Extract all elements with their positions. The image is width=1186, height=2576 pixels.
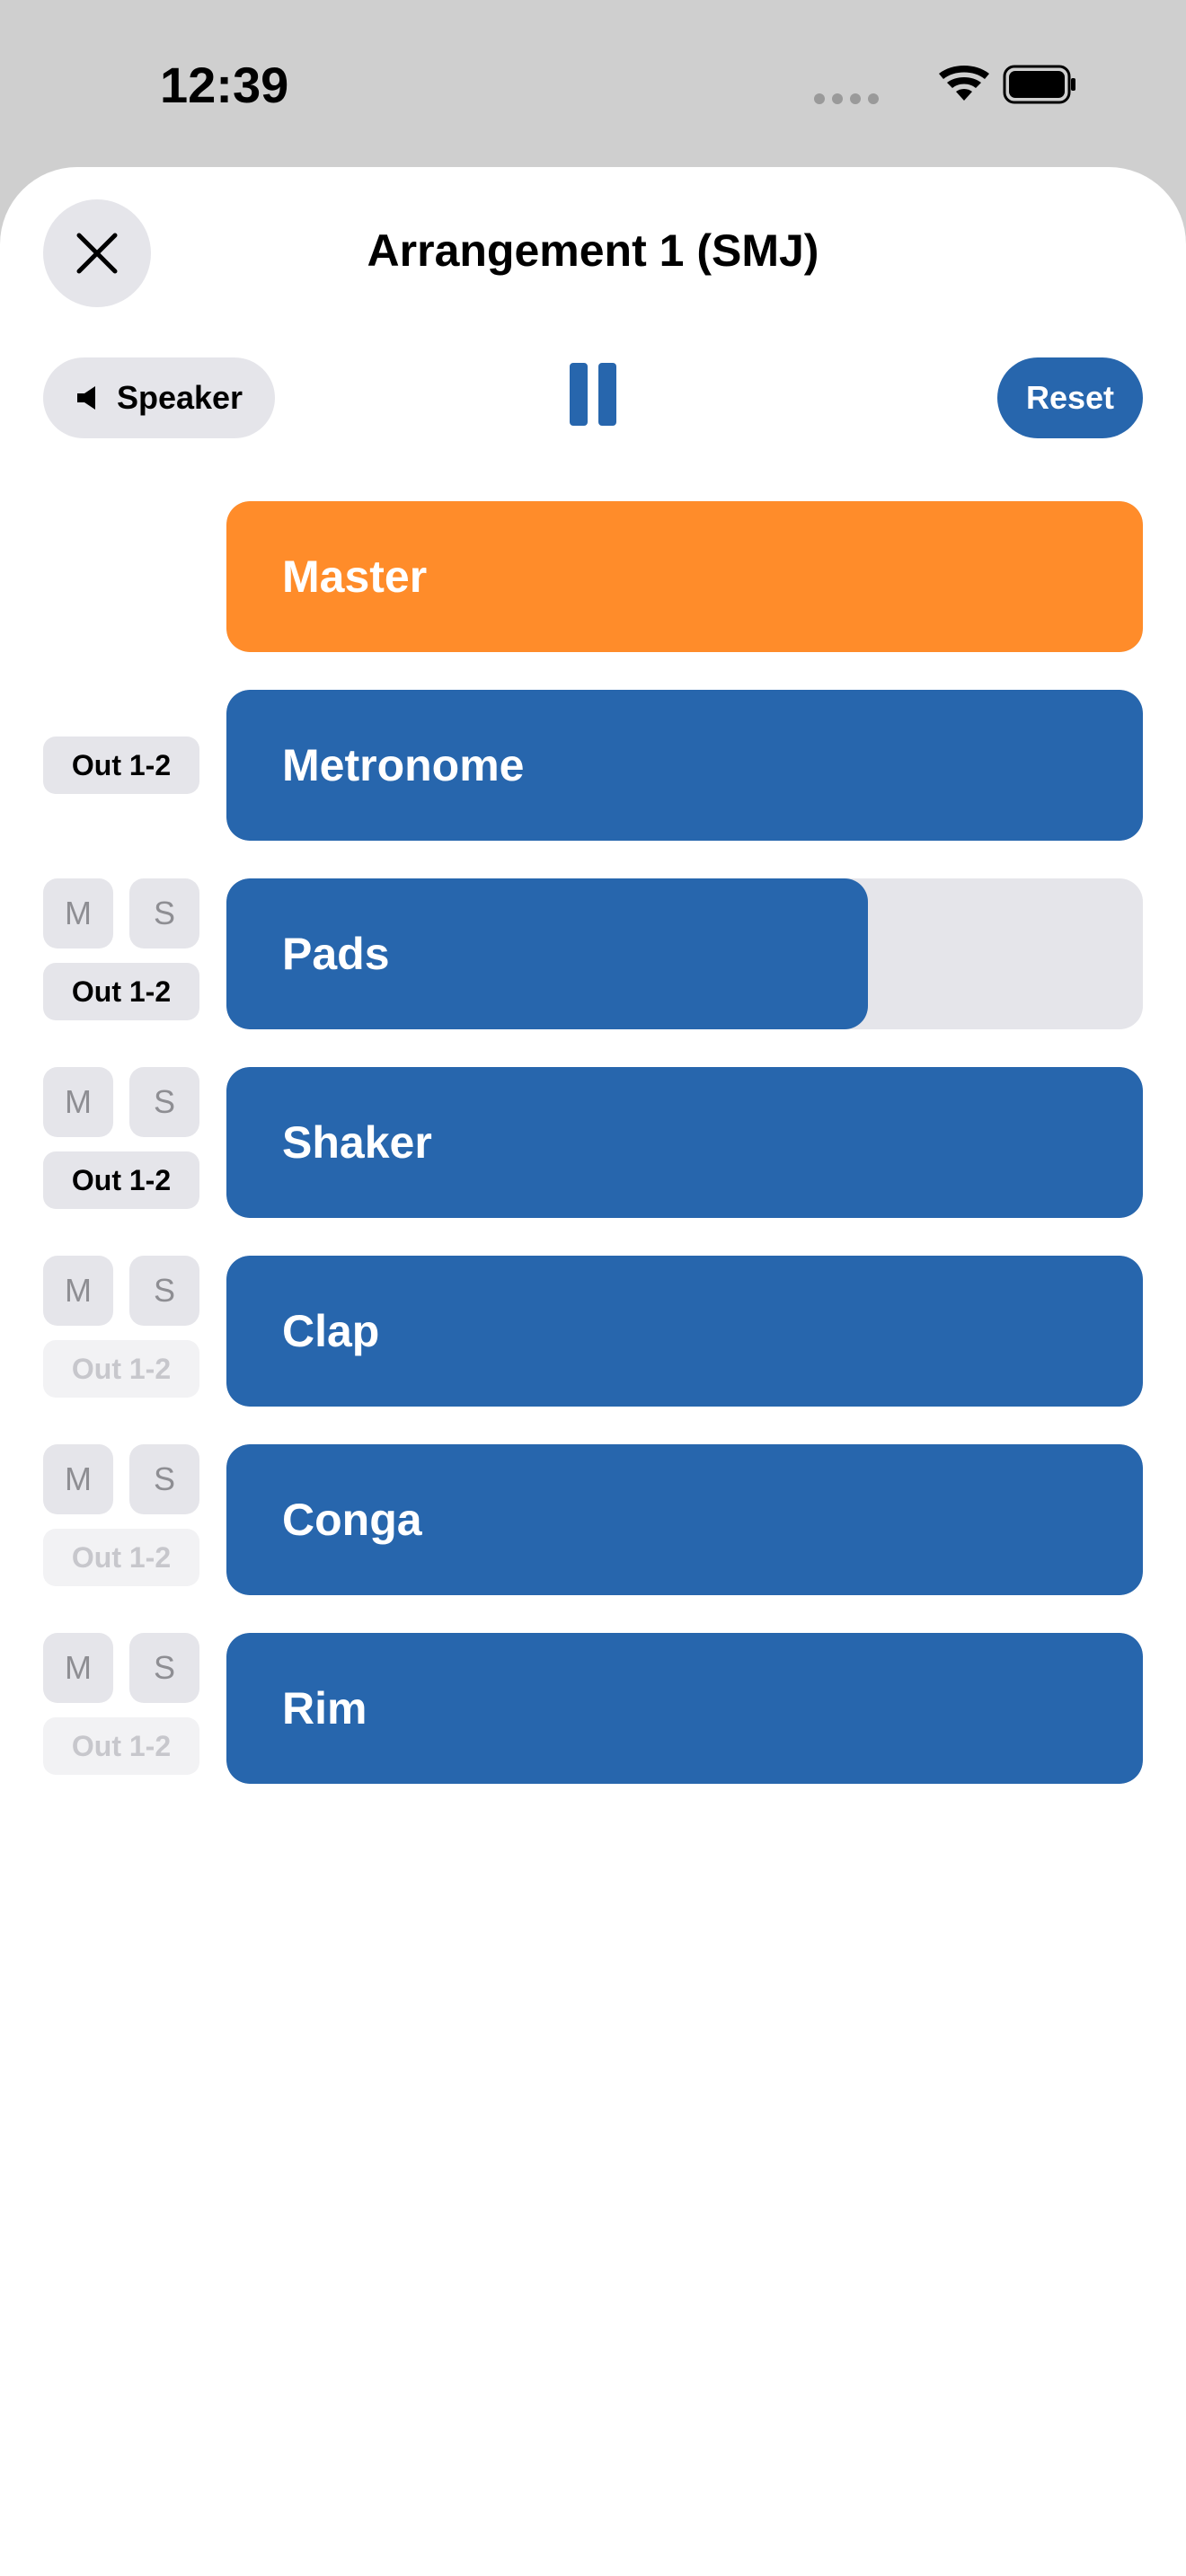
track-name: Conga: [282, 1495, 422, 1545]
output-routing-button[interactable]: Out 1-2: [43, 963, 199, 1020]
battery-icon: [1003, 65, 1075, 104]
reset-button[interactable]: Reset: [997, 357, 1143, 438]
track-row: Master: [0, 501, 1186, 652]
speaker-button[interactable]: Speaker: [43, 357, 275, 438]
output-routing-button[interactable]: Out 1-2: [43, 1340, 199, 1398]
track-level-slider[interactable]: Pads: [226, 878, 1143, 1029]
mute-button[interactable]: M: [43, 1444, 113, 1514]
track-row: Out 1-2 Metronome: [0, 690, 1186, 841]
mute-button[interactable]: M: [43, 1633, 113, 1703]
track-row: M S Out 1-2 Pads: [0, 878, 1186, 1029]
track-level-slider[interactable]: Clap: [226, 1256, 1143, 1407]
wifi-icon: [939, 66, 989, 101]
pause-icon: [598, 363, 616, 426]
track-level-slider[interactable]: Conga: [226, 1444, 1143, 1595]
track-name: Shaker: [282, 1117, 432, 1168]
status-icons: [809, 65, 1078, 110]
solo-button[interactable]: S: [129, 878, 199, 948]
solo-button[interactable]: S: [129, 1444, 199, 1514]
track-name: Master: [282, 551, 428, 602]
cellular-signal-icon: [814, 93, 879, 104]
track-level-slider[interactable]: Metronome: [226, 690, 1143, 841]
track-row: M S Out 1-2 Conga: [0, 1444, 1186, 1595]
pause-button[interactable]: [570, 363, 616, 426]
status-bar: 12:39: [0, 0, 1186, 167]
sheet-title: Arrangement 1 (SMJ): [367, 225, 819, 276]
mute-button[interactable]: M: [43, 1256, 113, 1326]
track-name: Rim: [282, 1683, 367, 1734]
output-routing-button[interactable]: Out 1-2: [43, 1529, 199, 1586]
output-routing-button[interactable]: Out 1-2: [43, 1151, 199, 1209]
track-level-slider[interactable]: Master: [226, 501, 1143, 652]
mute-button[interactable]: M: [43, 1067, 113, 1137]
track-name: Pads: [282, 929, 390, 979]
output-routing-button[interactable]: Out 1-2: [43, 1717, 199, 1775]
track-level-slider[interactable]: Rim: [226, 1633, 1143, 1784]
mixer-sheet: Arrangement 1 (SMJ) Speaker Reset Master…: [0, 167, 1186, 2576]
pause-icon: [570, 363, 588, 426]
track-level-slider[interactable]: Shaker: [226, 1067, 1143, 1218]
output-routing-button[interactable]: Out 1-2: [43, 737, 199, 794]
speaker-label: Speaker: [116, 379, 243, 416]
solo-button[interactable]: S: [129, 1256, 199, 1326]
track-row: M S Out 1-2 Clap: [0, 1256, 1186, 1407]
track-name: Metronome: [282, 740, 525, 790]
mute-button[interactable]: M: [43, 878, 113, 948]
speaker-icon: [76, 386, 95, 410]
track-name: Clap: [282, 1306, 380, 1356]
solo-button[interactable]: S: [129, 1633, 199, 1703]
solo-button[interactable]: S: [129, 1067, 199, 1137]
toolbar: Speaker Reset: [0, 357, 1186, 440]
track-row: M S Out 1-2 Rim: [0, 1633, 1186, 1784]
track-row: M S Out 1-2 Shaker: [0, 1067, 1186, 1218]
status-time: 12:39: [160, 57, 289, 113]
